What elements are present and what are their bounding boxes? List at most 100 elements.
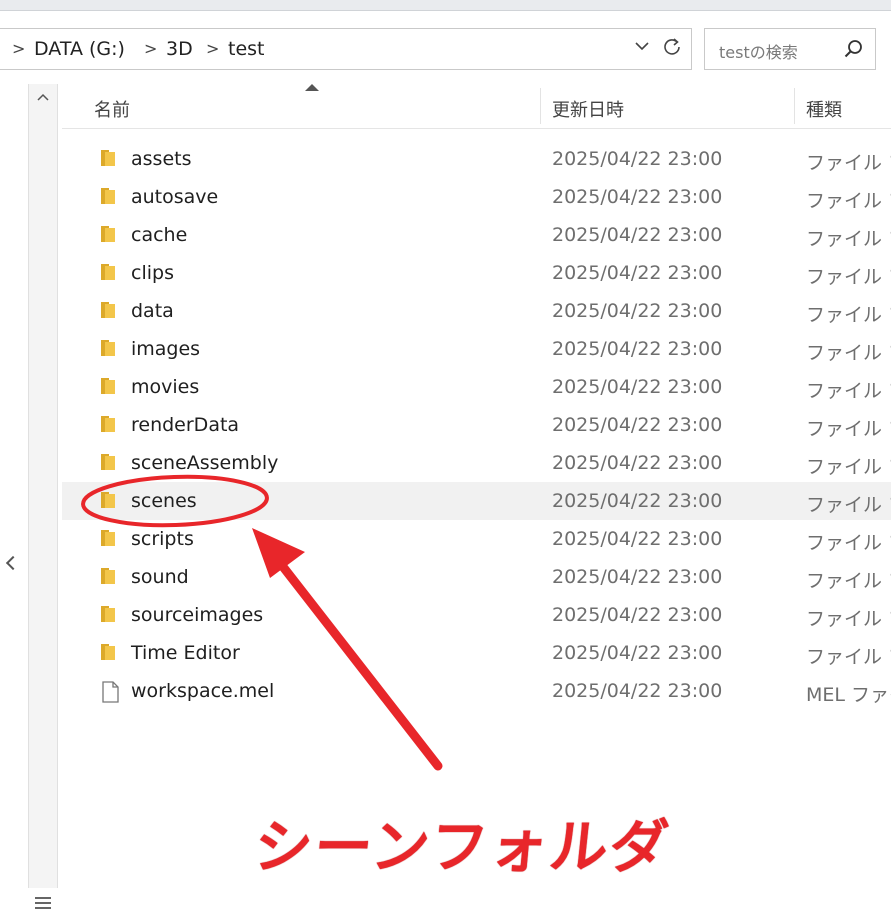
breadcrumb-3d[interactable]: 3D	[166, 38, 193, 60]
file-type: ファイル フォ	[806, 646, 891, 668]
folder-row[interactable]: images 2025/04/22 23:00 ファイル フォ	[62, 330, 891, 368]
file-type: ファイル フォ	[806, 456, 891, 478]
folder-icon	[100, 149, 120, 167]
file-name: sourceimages	[131, 604, 264, 626]
file-name: renderData	[131, 414, 240, 436]
file-name: images	[131, 338, 201, 360]
folder-icon	[100, 605, 120, 623]
file-date: 2025/04/22 23:00	[552, 300, 723, 322]
file-name: sceneAssembly	[131, 452, 279, 474]
nav-scrollbar[interactable]	[28, 84, 58, 909]
file-row[interactable]: workspace.mel 2025/04/22 23:00 MEL ファイ	[62, 672, 891, 710]
folder-row[interactable]: cache 2025/04/22 23:00 ファイル フォ	[62, 216, 891, 254]
file-type: ファイル フォ	[806, 228, 891, 250]
file-date: 2025/04/22 23:00	[552, 490, 723, 512]
file-name: sound	[131, 566, 189, 588]
folder-row[interactable]: Time Editor 2025/04/22 23:00 ファイル フォ	[62, 634, 891, 672]
file-date: 2025/04/22 23:00	[552, 604, 723, 626]
file-type: ファイル フォ	[806, 532, 891, 554]
chevron-down-icon[interactable]	[634, 38, 650, 59]
folder-icon	[100, 301, 120, 319]
folder-row[interactable]: data 2025/04/22 23:00 ファイル フォ	[62, 292, 891, 330]
folder-icon	[100, 225, 120, 243]
file-date: 2025/04/22 23:00	[552, 224, 723, 246]
grip-icon[interactable]	[35, 894, 51, 910]
file-type: MEL ファイ	[806, 684, 891, 706]
refresh-icon[interactable]	[662, 37, 682, 57]
folder-row[interactable]: clips 2025/04/22 23:00 ファイル フォ	[62, 254, 891, 292]
address-bar[interactable]: > DATA (G:) > 3D > test	[0, 28, 692, 70]
file-type: ファイル フォ	[806, 266, 891, 288]
file-name: data	[131, 300, 174, 322]
file-date: 2025/04/22 23:00	[552, 414, 723, 436]
folder-row[interactable]: sound 2025/04/22 23:00 ファイル フォ	[62, 558, 891, 596]
file-name: clips	[131, 262, 174, 284]
collapse-arrow-icon[interactable]	[5, 555, 21, 571]
folder-row[interactable]: scenes 2025/04/22 23:00 ファイル フォ	[62, 482, 891, 520]
search-box[interactable]: testの検索	[704, 28, 876, 70]
column-divider[interactable]	[794, 88, 795, 124]
file-type: ファイル フォ	[806, 342, 891, 364]
folder-icon	[100, 377, 120, 395]
breadcrumb-drive[interactable]: DATA (G:)	[34, 38, 125, 60]
file-name: workspace.mel	[131, 680, 275, 702]
column-name[interactable]: 名前	[94, 96, 130, 122]
file-date: 2025/04/22 23:00	[552, 452, 723, 474]
file-date: 2025/04/22 23:00	[552, 566, 723, 588]
folder-row[interactable]: renderData 2025/04/22 23:00 ファイル フォ	[62, 406, 891, 444]
folder-icon	[100, 453, 120, 471]
folder-icon	[100, 339, 120, 357]
title-bar-strip	[0, 0, 891, 11]
folder-icon	[100, 415, 120, 433]
breadcrumb-test[interactable]: test	[228, 38, 265, 60]
file-date: 2025/04/22 23:00	[552, 338, 723, 360]
file-name: scripts	[131, 528, 194, 550]
file-type: ファイル フォ	[806, 380, 891, 402]
file-type: ファイル フォ	[806, 152, 891, 174]
file-icon	[100, 681, 120, 703]
file-date: 2025/04/22 23:00	[552, 680, 723, 702]
navigation-pane[interactable]	[0, 80, 28, 888]
file-name: assets	[131, 148, 192, 170]
file-name: movies	[131, 376, 200, 398]
breadcrumb-separator[interactable]: >	[144, 39, 157, 58]
file-name: cache	[131, 224, 188, 246]
file-name: scenes	[131, 490, 197, 512]
folder-icon	[100, 491, 120, 509]
annotation-caption: シーンフォルダ	[250, 813, 674, 881]
file-type: ファイル フォ	[806, 494, 891, 516]
column-header: 名前 更新日時 種類	[62, 84, 891, 129]
folder-row[interactable]: movies 2025/04/22 23:00 ファイル フォ	[62, 368, 891, 406]
file-date: 2025/04/22 23:00	[552, 528, 723, 550]
scroll-up-icon[interactable]	[29, 84, 57, 110]
folder-icon	[100, 529, 120, 547]
search-input[interactable]: testの検索	[719, 39, 798, 63]
folder-row[interactable]: sourceimages 2025/04/22 23:00 ファイル フォ	[62, 596, 891, 634]
file-type: ファイル フォ	[806, 418, 891, 440]
folder-icon	[100, 263, 120, 281]
file-type: ファイル フォ	[806, 570, 891, 592]
folder-icon	[100, 187, 120, 205]
file-type: ファイル フォ	[806, 190, 891, 212]
file-type: ファイル フォ	[806, 304, 891, 326]
search-icon[interactable]	[843, 38, 865, 60]
file-date: 2025/04/22 23:00	[552, 642, 723, 664]
file-date: 2025/04/22 23:00	[552, 262, 723, 284]
file-type: ファイル フォ	[806, 608, 891, 630]
breadcrumb-root-chevron[interactable]: >	[12, 39, 25, 58]
folder-icon	[100, 643, 120, 661]
folder-row[interactable]: sceneAssembly 2025/04/22 23:00 ファイル フォ	[62, 444, 891, 482]
column-type[interactable]: 種類	[806, 96, 842, 122]
file-date: 2025/04/22 23:00	[552, 376, 723, 398]
breadcrumb-separator[interactable]: >	[206, 39, 219, 58]
folder-row[interactable]: autosave 2025/04/22 23:00 ファイル フォ	[62, 178, 891, 216]
sort-ascending-icon[interactable]	[305, 84, 319, 91]
file-date: 2025/04/22 23:00	[552, 186, 723, 208]
folder-row[interactable]: scripts 2025/04/22 23:00 ファイル フォ	[62, 520, 891, 558]
folder-row[interactable]: assets 2025/04/22 23:00 ファイル フォ	[62, 140, 891, 178]
column-modified[interactable]: 更新日時	[552, 96, 624, 122]
file-date: 2025/04/22 23:00	[552, 148, 723, 170]
folder-icon	[100, 567, 120, 585]
column-divider[interactable]	[540, 88, 541, 124]
file-name: autosave	[131, 186, 219, 208]
